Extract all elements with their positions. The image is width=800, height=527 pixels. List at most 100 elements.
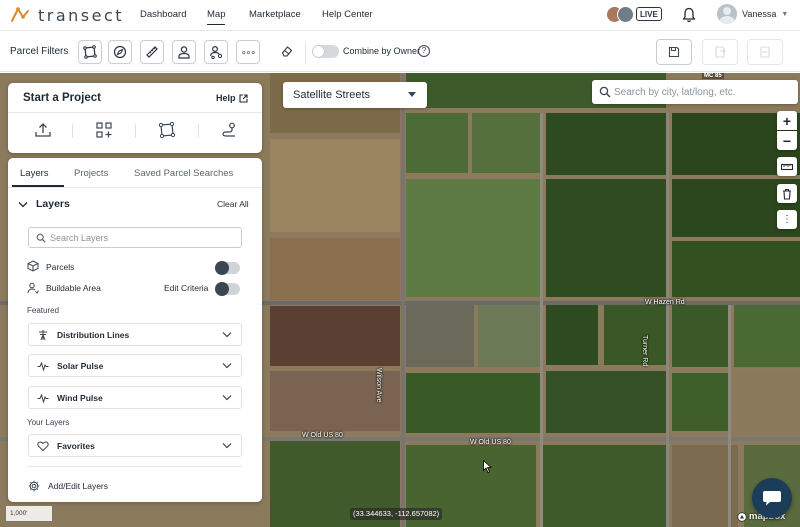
toggle-knob bbox=[215, 282, 229, 296]
card-divider bbox=[8, 112, 262, 113]
map-scale: 1,000' bbox=[5, 506, 53, 522]
pulse-icon bbox=[37, 361, 49, 372]
chevron-down-icon bbox=[222, 332, 232, 338]
start-project-card: Start a Project Help bbox=[8, 83, 262, 153]
transect-logo-mark-icon bbox=[11, 7, 29, 22]
layer-search[interactable] bbox=[28, 227, 242, 248]
edit-criteria-link[interactable]: Edit Criteria bbox=[164, 283, 208, 293]
eraser-icon[interactable] bbox=[281, 45, 293, 57]
user-network-filter-button[interactable] bbox=[204, 40, 228, 64]
buildable-area-toggle[interactable] bbox=[215, 282, 240, 296]
compass-icon bbox=[113, 45, 127, 59]
ruler-filter-button[interactable] bbox=[140, 40, 164, 64]
layer-search-input[interactable] bbox=[50, 230, 236, 245]
road-label: W Hazen Rd bbox=[645, 299, 685, 306]
chevron-down-icon bbox=[222, 363, 232, 369]
chevron-down-icon bbox=[18, 201, 28, 207]
search-icon bbox=[36, 233, 46, 243]
mapbox-logo-icon bbox=[737, 511, 747, 522]
owner-filter-button[interactable] bbox=[172, 40, 196, 64]
measure-button[interactable] bbox=[777, 157, 797, 176]
delete-drawing-button[interactable] bbox=[777, 184, 797, 203]
action-divider bbox=[72, 124, 73, 138]
cube-icon bbox=[27, 260, 39, 272]
parcel-toolbar: Parcel Filters ∘∘∘ Combine by Owner ? bbox=[0, 32, 800, 72]
draw-polygon-icon[interactable] bbox=[158, 121, 176, 139]
export-button[interactable] bbox=[702, 39, 738, 65]
solar-pulse-label: Solar Pulse bbox=[57, 361, 104, 371]
add-grid-icon[interactable] bbox=[95, 121, 113, 139]
live-collaborators[interactable] bbox=[606, 6, 634, 23]
collaborator-avatar bbox=[617, 6, 634, 23]
owner-icon bbox=[178, 46, 190, 59]
cursor-coordinates: (33.344633, -112.657082) bbox=[350, 508, 443, 520]
add-edit-layers-label: Add/Edit Layers bbox=[48, 481, 109, 491]
more-filters-button[interactable]: ∘∘∘ bbox=[236, 40, 260, 64]
nav-marketplace[interactable]: Marketplace bbox=[249, 9, 301, 20]
chevron-down-icon bbox=[408, 92, 416, 97]
toggle-knob bbox=[215, 261, 229, 275]
tab-saved-parcel-searches[interactable]: Saved Parcel Searches bbox=[134, 168, 233, 179]
nav-map[interactable]: Map bbox=[207, 9, 226, 25]
parcels-layer-toggle[interactable] bbox=[215, 261, 240, 275]
draw-polygon-filter-button[interactable] bbox=[78, 40, 102, 64]
your-layers-heading: Your Layers bbox=[27, 418, 70, 427]
chat-launcher-button[interactable] bbox=[752, 478, 792, 518]
action-divider bbox=[198, 124, 199, 138]
logo-wordmark: transect bbox=[38, 5, 125, 25]
distribution-lines-label: Distribution Lines bbox=[57, 330, 130, 340]
parcels-layer-label: Parcels bbox=[46, 262, 75, 272]
map-style-value: Satellite Streets bbox=[293, 89, 371, 101]
clear-all-link[interactable]: Clear All bbox=[217, 199, 249, 209]
help-circle-icon[interactable]: ? bbox=[418, 45, 430, 57]
start-project-title: Start a Project bbox=[23, 92, 101, 104]
road-shield-label: MC 85 bbox=[702, 73, 724, 79]
tab-projects[interactable]: Projects bbox=[74, 168, 108, 179]
chevron-down-icon bbox=[222, 443, 232, 449]
gear-icon bbox=[28, 480, 40, 492]
save-search-button[interactable] bbox=[656, 39, 692, 65]
nav-help-center[interactable]: Help Center bbox=[322, 9, 373, 20]
more-map-tools-button[interactable]: ⋮ bbox=[777, 210, 797, 229]
tab-layers[interactable]: Layers bbox=[20, 168, 49, 179]
power-pole-icon bbox=[39, 330, 47, 341]
heart-icon bbox=[37, 441, 49, 452]
download-icon bbox=[760, 46, 770, 58]
layers-section-toggle[interactable]: Layers bbox=[18, 198, 70, 210]
zoom-in-button[interactable]: + bbox=[777, 111, 797, 130]
layers-heading: Layers bbox=[36, 198, 70, 210]
map-style-select[interactable]: Satellite Streets bbox=[283, 82, 427, 108]
distribution-lines-layer[interactable]: Distribution Lines bbox=[28, 323, 242, 346]
map-search[interactable] bbox=[592, 80, 798, 104]
nav-dashboard[interactable]: Dashboard bbox=[140, 9, 186, 20]
bell-icon[interactable] bbox=[682, 7, 696, 23]
combine-by-owner-toggle[interactable] bbox=[312, 45, 339, 58]
transect-logo[interactable]: transect bbox=[10, 5, 124, 25]
road-label: Wilson Ave bbox=[375, 368, 382, 403]
chevron-down-icon bbox=[222, 395, 232, 401]
trash-icon bbox=[783, 188, 791, 200]
compass-filter-button[interactable] bbox=[108, 40, 132, 64]
tabs-divider bbox=[8, 187, 262, 188]
add-edit-layers-button[interactable]: Add/Edit Layers bbox=[28, 480, 108, 492]
map-search-input[interactable] bbox=[614, 83, 794, 101]
route-icon[interactable] bbox=[220, 121, 238, 139]
solar-pulse-layer[interactable]: Solar Pulse bbox=[28, 354, 242, 377]
user-network-icon bbox=[209, 45, 223, 59]
upload-icon[interactable] bbox=[34, 121, 52, 139]
action-divider bbox=[135, 124, 136, 138]
zoom-out-button[interactable]: − bbox=[777, 131, 797, 150]
road-label: W Old US 80 bbox=[470, 439, 511, 446]
wind-pulse-label: Wind Pulse bbox=[57, 393, 103, 403]
download-button[interactable] bbox=[747, 39, 783, 65]
wind-pulse-layer[interactable]: Wind Pulse bbox=[28, 386, 242, 409]
external-link-icon bbox=[238, 93, 248, 103]
user-name: Vanessa bbox=[742, 9, 777, 19]
layers-panel: Layers Projects Saved Parcel Searches La… bbox=[8, 158, 262, 502]
favorites-layer[interactable]: Favorites bbox=[28, 434, 242, 457]
user-menu[interactable]: Vanessa ▼ bbox=[717, 4, 788, 24]
parcel-filters-label: Parcel Filters bbox=[10, 46, 69, 57]
help-link[interactable]: Help bbox=[216, 93, 248, 103]
save-icon bbox=[668, 46, 680, 58]
live-badge: LIVE bbox=[636, 7, 662, 21]
